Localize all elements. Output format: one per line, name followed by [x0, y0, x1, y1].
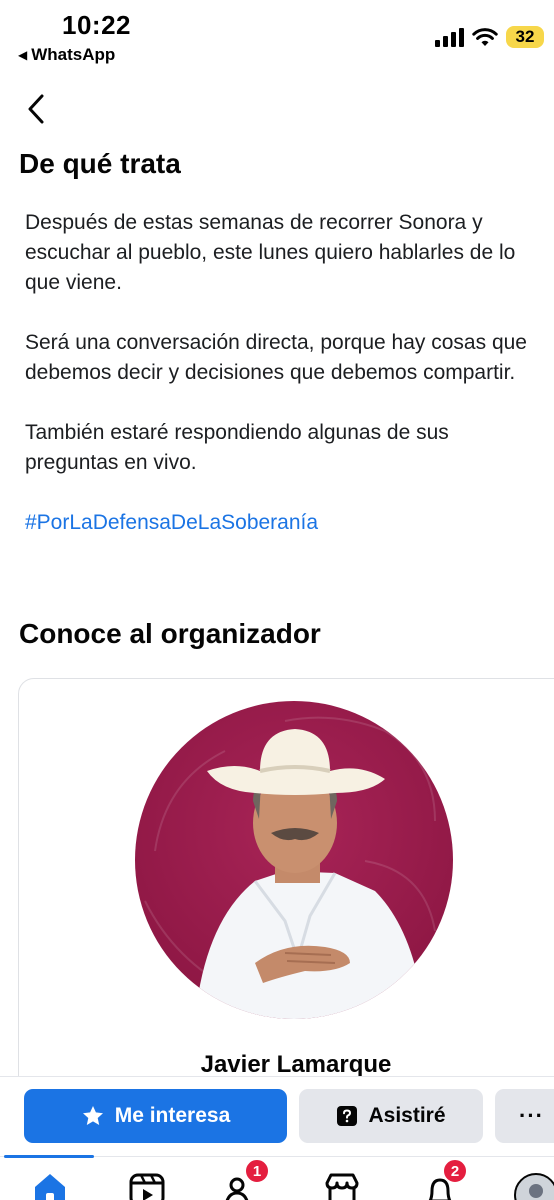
- wifi-icon: [472, 28, 498, 46]
- more-options-button[interactable]: ···: [495, 1089, 554, 1143]
- interested-button[interactable]: Me interesa: [24, 1089, 287, 1143]
- status-bar: 10:22 ◀ WhatsApp 32: [0, 0, 554, 70]
- going-label: Asistiré: [368, 1104, 446, 1127]
- bottom-tab-bar: 1 2: [0, 1155, 554, 1200]
- system-icons: 32: [435, 26, 544, 48]
- video-icon[interactable]: [127, 1171, 167, 1200]
- about-paragraph: Será una conversación directa, porque ha…: [25, 331, 527, 384]
- about-paragraph: También estaré respondiendo algunas de s…: [25, 421, 449, 474]
- hashtag-link[interactable]: #PorLaDefensaDeLaSoberanía: [25, 508, 545, 538]
- active-tab-indicator: [4, 1155, 94, 1158]
- back-app-label: WhatsApp: [31, 45, 116, 64]
- organizer-photo: [135, 701, 453, 1019]
- home-icon[interactable]: [30, 1171, 70, 1200]
- back-to-app-link[interactable]: ◀ WhatsApp: [18, 45, 115, 65]
- notifications-badge: 2: [442, 1158, 468, 1184]
- battery-indicator: 32: [506, 26, 544, 48]
- star-icon: [82, 1106, 103, 1125]
- question-ticket-icon: [337, 1106, 358, 1126]
- about-title: De qué trata: [19, 148, 181, 179]
- organizer-avatar[interactable]: [135, 701, 453, 1019]
- marketplace-icon[interactable]: [322, 1171, 362, 1200]
- status-time: 10:22: [62, 10, 131, 40]
- about-description: Después de estas semanas de recorrer Son…: [25, 208, 545, 568]
- event-action-bar: Me interesa Asistiré ···: [0, 1076, 554, 1156]
- organizer-card[interactable]: Javier Lamarque: [18, 678, 554, 1098]
- going-button[interactable]: Asistiré: [299, 1089, 483, 1143]
- organizer-name[interactable]: Javier Lamarque: [19, 1051, 554, 1079]
- profile-avatar[interactable]: [514, 1171, 554, 1200]
- organizer-title: Conoce al organizador: [19, 618, 321, 649]
- back-triangle-icon: ◀: [18, 48, 28, 62]
- interested-label: Me interesa: [114, 1104, 231, 1127]
- chevron-left-icon[interactable]: [24, 92, 54, 126]
- about-paragraph: Después de estas semanas de recorrer Son…: [25, 211, 516, 294]
- cellular-signal-icon: [435, 27, 464, 47]
- friends-badge: 1: [244, 1158, 270, 1184]
- more-options-icon: ···: [519, 1103, 544, 1128]
